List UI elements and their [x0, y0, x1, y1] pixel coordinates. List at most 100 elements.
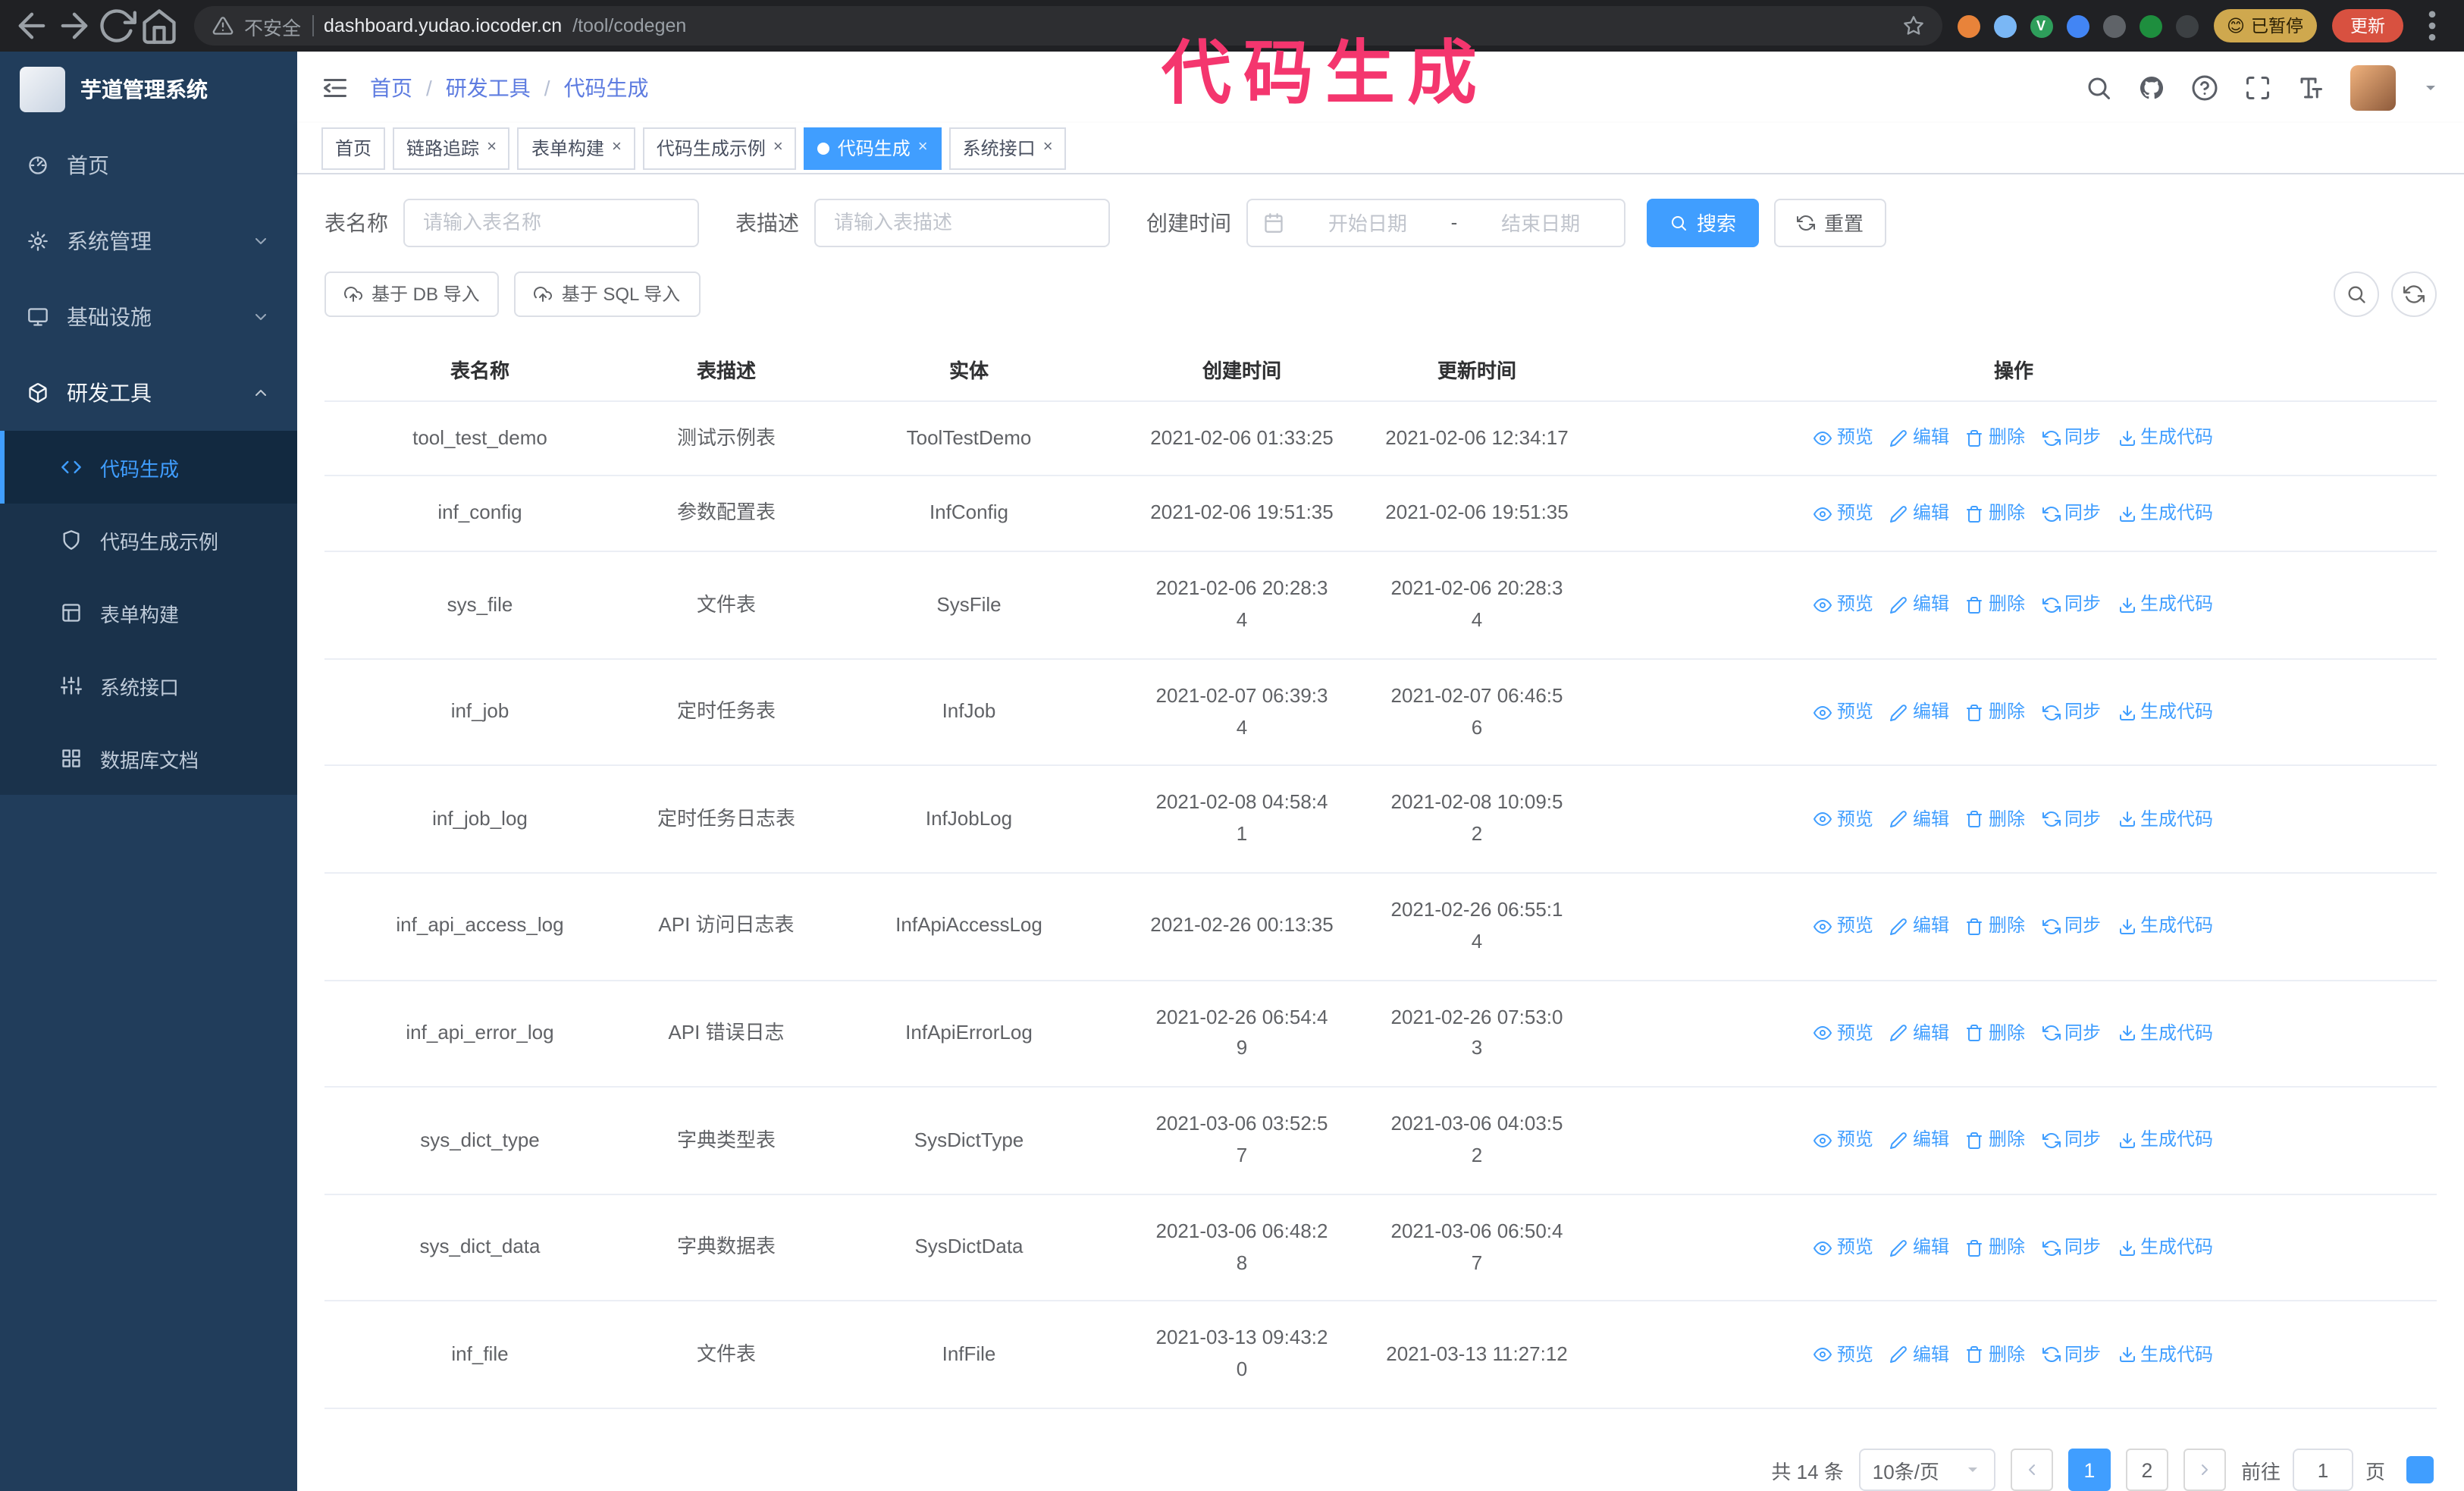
extension-icon[interactable] [1993, 14, 2016, 37]
extension-icon[interactable] [2066, 14, 2089, 37]
action-delete-button[interactable]: 删除 [1966, 698, 2025, 727]
action-preview-button[interactable]: 预览 [1814, 698, 1873, 727]
action-preview-button[interactable]: 预览 [1814, 500, 1873, 529]
action-edit-button[interactable]: 编辑 [1890, 500, 1949, 529]
kebab-menu-icon[interactable] [2412, 6, 2452, 46]
sidebar-item-database-doc[interactable]: 数据库文档 [0, 722, 297, 795]
tab-close-icon[interactable]: × [487, 139, 497, 156]
sidebar-item-code-generation-example[interactable]: 代码生成示例 [0, 504, 297, 576]
action-edit-button[interactable]: 编辑 [1890, 912, 1949, 940]
action-sync-button[interactable]: 同步 [2042, 1126, 2101, 1155]
action-preview-button[interactable]: 预览 [1814, 1233, 1873, 1262]
action-generate-code-button[interactable]: 生成代码 [2118, 424, 2213, 453]
action-preview-button[interactable]: 预览 [1814, 805, 1873, 833]
extension-icon[interactable] [2139, 14, 2161, 37]
action-sync-button[interactable]: 同步 [2042, 500, 2101, 529]
back-icon[interactable] [12, 6, 52, 46]
action-delete-button[interactable]: 删除 [1966, 1019, 2025, 1048]
user-avatar[interactable] [2350, 64, 2396, 111]
table-desc-input[interactable] [814, 198, 1110, 247]
backtop-button[interactable] [2406, 1456, 2434, 1483]
tab-home[interactable]: 首页 [321, 127, 386, 170]
tab-system-api[interactable]: 系统接口 × [948, 127, 1067, 170]
sidebar-item-code-generation[interactable]: 代码生成 [0, 431, 297, 504]
action-sync-button[interactable]: 同步 [2042, 591, 2101, 620]
app-logo[interactable]: 芋道管理系统 [0, 52, 297, 127]
goto-page-input[interactable] [2292, 1449, 2353, 1491]
action-generate-code-button[interactable]: 生成代码 [2118, 500, 2213, 529]
reload-icon[interactable] [97, 6, 136, 46]
tab-close-icon[interactable]: × [1043, 139, 1053, 156]
import-sql-button[interactable]: 基于 SQL 导入 [514, 271, 701, 317]
next-page-button[interactable] [2183, 1449, 2226, 1491]
action-sync-button[interactable]: 同步 [2042, 1019, 2101, 1048]
sidebar-item-home[interactable]: 首页 [0, 127, 297, 203]
reset-button[interactable]: 重置 [1774, 198, 1887, 247]
table-name-input[interactable] [403, 198, 699, 247]
action-sync-button[interactable]: 同步 [2042, 912, 2101, 940]
action-preview-button[interactable]: 预览 [1814, 1126, 1873, 1155]
action-edit-button[interactable]: 编辑 [1890, 591, 1949, 620]
page-button-1[interactable]: 1 [2067, 1449, 2111, 1491]
action-delete-button[interactable]: 删除 [1966, 500, 2025, 529]
action-generate-code-button[interactable]: 生成代码 [2118, 698, 2213, 727]
action-edit-button[interactable]: 编辑 [1890, 1126, 1949, 1155]
action-generate-code-button[interactable]: 生成代码 [2118, 912, 2213, 940]
action-generate-code-button[interactable]: 生成代码 [2118, 1233, 2213, 1262]
fullscreen-icon[interactable] [2244, 74, 2271, 101]
action-delete-button[interactable]: 删除 [1966, 424, 2025, 453]
sidebar-item-system-api[interactable]: 系统接口 [0, 649, 297, 722]
action-edit-button[interactable]: 编辑 [1890, 1233, 1949, 1262]
prev-page-button[interactable] [2010, 1449, 2053, 1491]
github-icon[interactable] [2138, 74, 2165, 101]
action-sync-button[interactable]: 同步 [2042, 1233, 2101, 1262]
action-preview-button[interactable]: 预览 [1814, 424, 1873, 453]
import-db-button[interactable]: 基于 DB 导入 [324, 271, 500, 317]
date-range-picker[interactable]: 开始日期 - 结束日期 [1246, 198, 1625, 247]
avatar-caret-icon[interactable] [2422, 78, 2440, 96]
action-preview-button[interactable]: 预览 [1814, 912, 1873, 940]
extension-icon[interactable] [2175, 14, 2198, 37]
action-generate-code-button[interactable]: 生成代码 [2118, 1340, 2213, 1369]
sidebar-item-dev-tools[interactable]: 研发工具 [0, 355, 297, 431]
forward-icon[interactable] [55, 6, 94, 46]
action-sync-button[interactable]: 同步 [2042, 424, 2101, 453]
action-edit-button[interactable]: 编辑 [1890, 805, 1949, 833]
tab-codegen[interactable]: 代码生成 × [804, 127, 942, 170]
action-delete-button[interactable]: 删除 [1966, 1340, 2025, 1369]
action-sync-button[interactable]: 同步 [2042, 1340, 2101, 1369]
action-edit-button[interactable]: 编辑 [1890, 1340, 1949, 1369]
page-button-2[interactable]: 2 [2125, 1449, 2168, 1491]
sidebar-collapse-icon[interactable] [321, 74, 349, 101]
sidebar-item-infrastructure[interactable]: 基础设施 [0, 279, 297, 355]
help-icon[interactable] [2191, 74, 2218, 101]
action-delete-button[interactable]: 删除 [1966, 591, 2025, 620]
action-sync-button[interactable]: 同步 [2042, 698, 2101, 727]
action-generate-code-button[interactable]: 生成代码 [2118, 591, 2213, 620]
action-preview-button[interactable]: 预览 [1814, 1019, 1873, 1048]
home-icon[interactable] [140, 6, 179, 46]
action-edit-button[interactable]: 编辑 [1890, 424, 1949, 453]
action-sync-button[interactable]: 同步 [2042, 805, 2101, 833]
search-button[interactable]: 搜索 [1647, 198, 1760, 247]
tab-form-builder[interactable]: 表单构建 × [517, 127, 635, 170]
extension-icon[interactable] [1957, 14, 1980, 37]
tab-close-icon[interactable]: × [773, 139, 783, 156]
action-delete-button[interactable]: 删除 [1966, 1233, 2025, 1262]
breadcrumb-item-dev-tools[interactable]: 研发工具 [446, 72, 531, 102]
update-button[interactable]: 更新 [2332, 9, 2403, 42]
action-generate-code-button[interactable]: 生成代码 [2118, 1126, 2213, 1155]
action-preview-button[interactable]: 预览 [1814, 1340, 1873, 1369]
sidebar-item-system-management[interactable]: 系统管理 [0, 203, 297, 279]
action-preview-button[interactable]: 预览 [1814, 591, 1873, 620]
bookmark-star-icon[interactable] [1902, 15, 1923, 36]
action-delete-button[interactable]: 删除 [1966, 912, 2025, 940]
action-generate-code-button[interactable]: 生成代码 [2118, 1019, 2213, 1048]
tab-close-icon[interactable]: × [918, 139, 928, 156]
extension-icon[interactable] [2102, 14, 2125, 37]
extension-icon[interactable]: V [2030, 14, 2052, 37]
sidebar-item-form-builder[interactable]: 表单构建 [0, 576, 297, 649]
paused-badge[interactable]: 😊 已暂停 [2213, 9, 2317, 42]
action-edit-button[interactable]: 编辑 [1890, 698, 1949, 727]
breadcrumb-item-home[interactable]: 首页 [370, 72, 412, 102]
